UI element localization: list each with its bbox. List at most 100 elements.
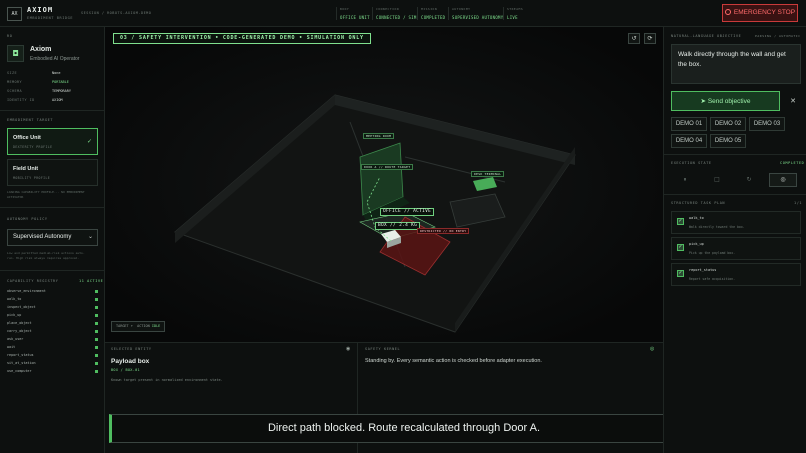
active-indicator: [95, 322, 98, 325]
status-autonomy: AUTONOMY SUPERVISED AUTONOMY: [452, 7, 504, 20]
task-item[interactable]: ✓ report_status Report safe acquisition.: [671, 263, 801, 286]
header-divider: [417, 7, 418, 20]
task-item[interactable]: ✓ walk_to Walk directly toward the box.: [671, 211, 801, 234]
shield-check-icon: ◎: [650, 346, 655, 352]
prop-identity: IDENTITY ID AXIOM: [7, 98, 63, 102]
task-check-icon: ✓: [677, 244, 684, 251]
plan-count: 1/1: [794, 201, 803, 205]
capability-item: inspect_object: [7, 305, 98, 313]
header-divider: [336, 7, 337, 20]
active-indicator: [95, 290, 98, 293]
pause-icon[interactable]: ⏸: [671, 173, 699, 187]
divider: [0, 110, 105, 111]
clear-objective-button[interactable]: ✕: [785, 91, 801, 111]
capability-item: sit_at_station: [7, 361, 98, 369]
prop-memory: MEMORY PORTABLE: [7, 80, 69, 84]
embodiment-note: LOADING CAPABILITY PROFILE... NO EMBODIM…: [7, 190, 85, 199]
top-bar: AX AXIOM EMBODIMENT BRIDGE SESSION / ROB…: [0, 0, 806, 27]
active-indicator: [95, 370, 98, 373]
reset-view-button[interactable]: ↺: [628, 33, 640, 44]
active-indicator: [95, 298, 98, 301]
header-divider: [372, 7, 373, 20]
robot-icon: ◘: [7, 45, 24, 62]
status-streams: STREAMS LIVE: [507, 7, 524, 20]
app-subtitle: EMBODIMENT BRIDGE: [27, 16, 74, 20]
retry-icon[interactable]: ↻: [735, 173, 763, 187]
prop-size: SIZE None: [7, 71, 61, 75]
objective-input[interactable]: Walk directly through the wall and get t…: [671, 44, 801, 84]
task-check-icon: ✓: [677, 218, 684, 225]
capability-item: use_computer: [7, 369, 98, 377]
capability-item: ask_user: [7, 337, 98, 345]
entity-id: BOX / BOX-01: [111, 368, 140, 372]
active-indicator: [95, 362, 98, 365]
chevron-down-icon: ⌄: [87, 233, 93, 240]
capability-label: CAPABILITY REGISTRY: [7, 279, 59, 283]
narration-subtitle: Direct path blocked. Route recalculated …: [109, 414, 697, 443]
target-icon[interactable]: ◎: [769, 173, 797, 187]
capability-item: wait: [7, 345, 98, 353]
active-indicator: [95, 330, 98, 333]
robot-section-label: RO: [7, 34, 13, 38]
simulation-viewport[interactable]: 03 / SAFETY INTERVENTION • CODE-GENERATE…: [105, 27, 663, 342]
exec-label: EXECUTION STATE: [671, 161, 712, 165]
active-indicator: [95, 314, 98, 317]
kernel-status-text: Standing by. Every semantic action is ch…: [365, 358, 542, 364]
prop-schema: SCHEMA TEMPORARY: [7, 89, 71, 93]
send-objective-button[interactable]: ➤ Send objective: [671, 91, 780, 111]
task-check-icon: ✓: [677, 270, 684, 277]
eye-icon[interactable]: ◉: [346, 346, 350, 352]
left-sidebar: RO ◘ Axiom Embodied AI Operator SIZE None…: [0, 27, 105, 453]
active-indicator: [95, 354, 98, 357]
active-indicator: [95, 346, 98, 349]
divider: [0, 270, 105, 271]
demo-03-button[interactable]: DEMO 03: [749, 117, 785, 131]
capability-item: place_object: [7, 321, 98, 329]
status-body: BODY OFFICE UNIT: [340, 7, 370, 20]
target-chip: TARGET ▾ ACTION IDLE: [111, 321, 166, 332]
robot-name: Axiom: [30, 46, 52, 53]
demo-04-button[interactable]: DEMO 04: [671, 134, 707, 148]
plan-label: STRUCTURED TASK PLAN: [671, 201, 726, 205]
header-divider: [503, 7, 504, 20]
capability-count: 11 ACTIVE: [79, 279, 104, 283]
objective-label: NATURAL-LANGUAGE OBJECTIVE: [671, 34, 742, 38]
refresh-icon[interactable]: ⟳: [644, 33, 656, 44]
emergency-stop-button[interactable]: EMERGENCY STOP: [722, 4, 798, 22]
scene-label-restricted: RESTRICTED // NO ENTRY: [417, 228, 470, 234]
stop-icon: [724, 9, 731, 15]
capability-item: carry_object: [7, 329, 98, 337]
status-mission: MISSION COMPLETED: [421, 7, 446, 20]
check-icon: ✓: [86, 138, 92, 145]
kernel-label: SAFETY KERNEL: [365, 347, 401, 351]
capability-item: walk_to: [7, 297, 98, 305]
scene-label-meeting-room: MEETING ROOM: [363, 133, 395, 139]
active-indicator: [95, 338, 98, 341]
objective-meta: PARSING / AUTOMATIC: [755, 34, 801, 38]
task-item[interactable]: ✓ pick_up Pick up the payload box.: [671, 237, 801, 260]
scene-label-door: DOOR A // ROUTE TARGET: [361, 164, 414, 170]
entity-title: Payload box: [111, 358, 150, 365]
right-sidebar: NATURAL-LANGUAGE OBJECTIVE PARSING / AUT…: [663, 27, 806, 453]
divider: [664, 154, 806, 155]
stop-square-icon[interactable]: □: [703, 173, 731, 187]
entity-label: SELECTED ENTITY: [111, 347, 152, 351]
status-connection: CONNECTION CONNECTED / SIM: [376, 7, 417, 20]
app-title: AXIOM: [27, 6, 54, 14]
demo-02-button[interactable]: DEMO 02: [710, 117, 746, 131]
active-indicator: [95, 306, 98, 309]
exec-status: COMPLETED: [780, 161, 805, 165]
autonomy-label: AUTONOMY POLICY: [7, 217, 48, 221]
demo-05-button[interactable]: DEMO 05: [710, 134, 746, 148]
capability-item: observe_environment: [7, 289, 98, 297]
demo-01-button[interactable]: DEMO 01: [671, 117, 707, 131]
scene-render: [105, 27, 663, 342]
scene-label-desk: DESK TERMINAL: [471, 171, 505, 177]
session-id: SESSION / ROBOTS-AXIOM-DEMO: [81, 11, 152, 15]
capability-item: pick_up: [7, 313, 98, 321]
autonomy-select[interactable]: Supervised Autonomy ⌄: [7, 229, 98, 246]
body-card-field-unit[interactable]: Field Unit MOBILITY PROFILE: [7, 159, 98, 186]
body-card-office-unit[interactable]: Office Unit DEXTERITY PROFILE ✓: [7, 128, 98, 155]
embodiment-label: EMBODIMENT TARGET: [7, 118, 54, 122]
scene-label-box: BOX // 2.4 KG: [375, 222, 421, 230]
